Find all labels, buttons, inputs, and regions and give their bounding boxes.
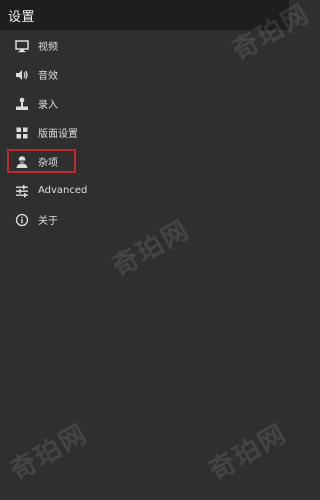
settings-screen: 设置 视频 音效 录入 版面设置 杂项 Advanced 关于 奇珀网 奇珀网 … — [0, 0, 315, 500]
header-bar: 设置 — [0, 0, 289, 30]
user-icon — [15, 155, 29, 169]
menu-item-label: Advanced — [38, 185, 88, 196]
info-icon — [15, 213, 29, 227]
joystick-icon — [15, 97, 29, 111]
menu-item-input[interactable]: 录入 — [0, 89, 289, 118]
page-title: 设置 — [8, 9, 36, 25]
menu-item-label: 录入 — [38, 100, 58, 111]
menu-item-audio[interactable]: 音效 — [0, 60, 289, 89]
watermark: 奇珀网 — [204, 418, 293, 487]
monitor-icon — [15, 39, 29, 53]
menu-item-about[interactable]: 关于 — [0, 205, 289, 234]
settings-menu: 视频 音效 录入 版面设置 杂项 Advanced 关于 — [0, 31, 289, 234]
menu-item-video[interactable]: 视频 — [0, 31, 289, 60]
menu-item-label: 视频 — [38, 42, 58, 53]
menu-item-label: 杂项 — [38, 158, 58, 169]
menu-item-label: 音效 — [38, 71, 58, 82]
speaker-icon — [15, 68, 29, 82]
grid-icon — [15, 126, 29, 140]
menu-item-label: 版面设置 — [38, 129, 78, 140]
menu-item-layout[interactable]: 版面设置 — [0, 118, 289, 147]
menu-item-misc[interactable]: 杂项 — [0, 147, 289, 176]
watermark: 奇珀网 — [5, 418, 94, 487]
menu-item-advanced[interactable]: Advanced — [0, 176, 289, 205]
menu-item-label: 关于 — [38, 216, 58, 227]
sliders-icon — [15, 184, 29, 198]
